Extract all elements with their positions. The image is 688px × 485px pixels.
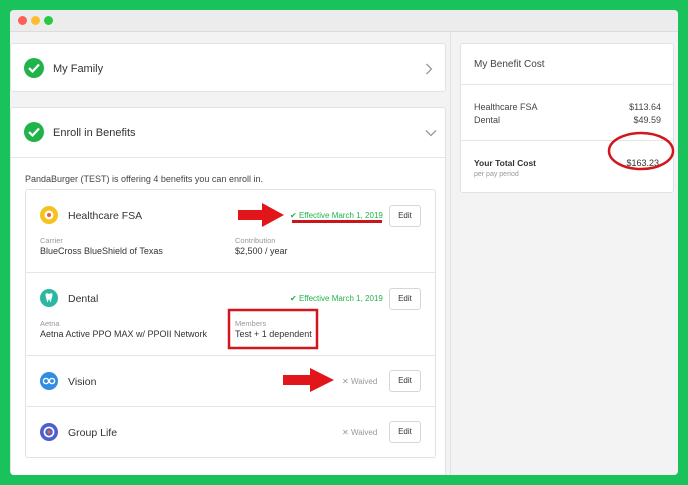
- divider: [461, 140, 673, 141]
- status-text: Effective March 1, 2019: [298, 211, 383, 220]
- status-badge: ✔ Effective March 1, 2019: [290, 294, 383, 303]
- healthcare-fsa-icon: [40, 206, 58, 224]
- cost-column: My Benefit Cost Healthcare FSA $113.64 D…: [450, 32, 678, 475]
- carrier-label: Aetna: [40, 319, 60, 328]
- benefit-cost-card: My Benefit Cost Healthcare FSA $113.64 D…: [460, 43, 674, 193]
- status-badge: ✕ Waived: [342, 428, 378, 437]
- status-badge: ✔ Effective March 1, 2019: [290, 211, 383, 220]
- edit-button[interactable]: Edit: [389, 205, 421, 227]
- cost-line-amount: $113.64: [629, 102, 661, 112]
- life-ring-icon: [40, 423, 58, 441]
- total-cost-label: Your Total Cost: [474, 158, 537, 168]
- enroll-title: Enroll in Benefits: [53, 127, 136, 139]
- cost-title: My Benefit Cost: [474, 59, 545, 70]
- contribution-value: $2,500 / year: [235, 246, 288, 256]
- check-icon: [24, 122, 44, 142]
- benefit-row-dental: Dental ✔ Effective March 1, 2019 Edit Ae…: [26, 273, 435, 356]
- members-value: Test + 1 dependent: [235, 329, 312, 339]
- enroll-intro-text: PandaBurger (TEST) is offering 4 benefit…: [25, 174, 263, 184]
- edit-button[interactable]: Edit: [389, 370, 421, 392]
- divider: [11, 157, 445, 158]
- close-window-button[interactable]: [18, 16, 27, 25]
- carrier-label: Carrier: [40, 236, 63, 245]
- total-cost-amount: $163.23: [626, 158, 659, 168]
- status-badge: ✕ Waived: [342, 377, 378, 386]
- benefits-list: Healthcare FSA ✔ Effective March 1, 2019…: [25, 189, 436, 458]
- check-icon: [24, 58, 44, 78]
- chevron-down-icon[interactable]: [425, 129, 437, 137]
- contribution-label: Contribution: [235, 236, 276, 245]
- benefit-row-vision: Vision ✕ Waived Edit: [26, 356, 435, 407]
- edit-button[interactable]: Edit: [389, 421, 421, 443]
- maximize-window-button[interactable]: [44, 16, 53, 25]
- total-cost-subtext: per pay period: [474, 171, 519, 178]
- benefit-row-group-life: Group Life ✕ Waived Edit: [26, 407, 435, 458]
- glasses-icon: [40, 372, 58, 390]
- carrier-value: Aetna Active PPO MAX w/ PPOII Network: [40, 329, 208, 339]
- benefit-name: Group Life: [68, 427, 118, 439]
- benefit-name: Vision: [68, 376, 97, 388]
- edit-button[interactable]: Edit: [389, 288, 421, 310]
- cost-line-label: Healthcare FSA: [474, 102, 538, 112]
- status-text: Waived: [350, 377, 378, 386]
- chevron-right-icon[interactable]: [425, 63, 433, 75]
- benefit-name: Dental: [68, 293, 99, 305]
- benefit-row-healthcare-fsa: Healthcare FSA ✔ Effective March 1, 2019…: [26, 190, 435, 273]
- carrier-value: BlueCross BlueShield of Texas: [40, 246, 163, 256]
- my-family-section[interactable]: My Family: [10, 43, 446, 92]
- minimize-window-button[interactable]: [31, 16, 40, 25]
- tooth-icon: [40, 289, 58, 307]
- cost-line-amount: $49.59: [633, 115, 661, 125]
- window-titlebar: [10, 10, 678, 32]
- cost-line-label: Dental: [474, 115, 501, 125]
- divider: [461, 84, 673, 85]
- my-family-title: My Family: [53, 63, 104, 75]
- members-label: Members: [235, 319, 267, 328]
- benefit-name: Healthcare FSA: [68, 210, 143, 222]
- status-text: Waived: [350, 428, 378, 437]
- status-text: Effective March 1, 2019: [298, 294, 383, 303]
